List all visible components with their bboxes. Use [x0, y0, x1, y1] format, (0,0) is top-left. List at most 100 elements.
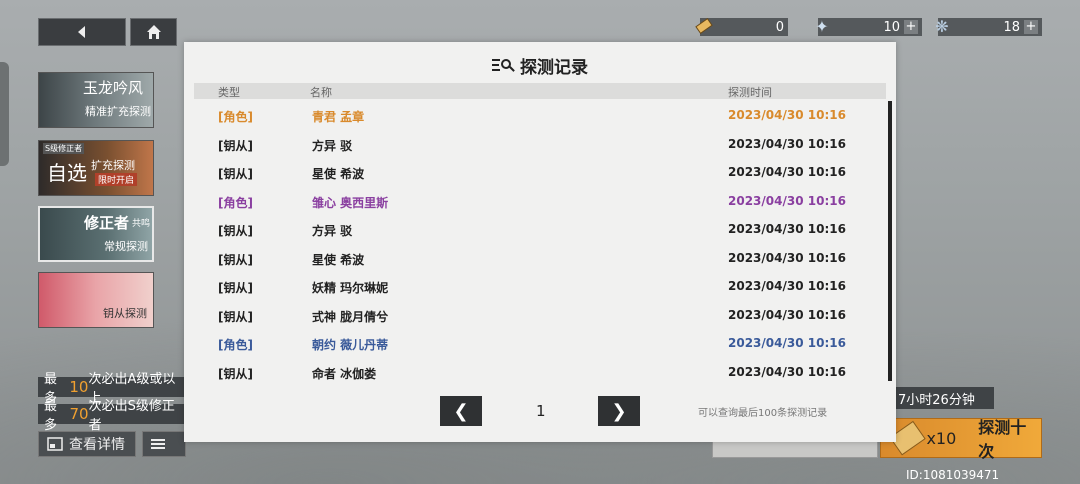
currency-ticket-value: 0	[775, 19, 784, 35]
home-icon	[146, 25, 161, 39]
row-time: 2023/04/30 10:16	[728, 108, 846, 122]
scrollbar-thumb[interactable]	[888, 101, 892, 381]
dialog-title: 探测记录	[520, 57, 588, 78]
row-name: 星使 希波	[312, 167, 365, 181]
table-header: 类型 名称 探测时间	[194, 83, 886, 99]
page-number: 1	[536, 402, 546, 420]
banner-subtitle: 精准扩充探测	[85, 105, 151, 118]
row-time: 2023/04/30 10:16	[728, 165, 846, 179]
banner-subtitle: 常规探测	[104, 240, 148, 253]
row-type: [角色]	[218, 110, 253, 124]
row-time: 2023/04/30 10:16	[728, 222, 846, 236]
row-name: 星使 希波	[312, 252, 365, 267]
back-button[interactable]	[38, 18, 126, 46]
home-button[interactable]	[130, 18, 177, 46]
banner-yulong-yinfeng[interactable]: 玉龙吟风 精准扩充探测	[38, 72, 154, 128]
timer-text: 7小时26分钟	[898, 392, 975, 408]
row-type: [钥从]	[218, 281, 253, 295]
table-row: [钥从] 星使 希波 2023/04/30 10:16	[194, 244, 886, 273]
banner-subtitle: 钥从探测	[103, 307, 147, 320]
view-details-button[interactable]: 查看详情	[38, 431, 136, 457]
banner-resonance[interactable]: 修正者 共鸣 常规探测	[38, 206, 154, 262]
currency-star-crystal-value: 10	[883, 19, 900, 35]
row-name: 方异 驳	[312, 138, 353, 153]
row-name: 朝约 薇儿丹蒂	[312, 338, 389, 352]
row-type: [钥从]	[218, 309, 253, 324]
row-type: [钥从]	[218, 366, 253, 381]
table-row: [钥从] 方异 驳 2023/04/30 10:16	[194, 215, 886, 244]
banner-title-suffix: 共鸣	[132, 219, 151, 229]
list-icon	[151, 439, 165, 449]
guarantee-info-a: 最多 10 次必出A级或以上	[38, 372, 186, 406]
currency-ice-crystal-value: 18	[1003, 19, 1020, 35]
row-type: [钥从]	[218, 224, 253, 238]
info-number: 10	[69, 378, 89, 396]
header-name: 名称	[310, 86, 332, 99]
row-name: 方异 驳	[312, 224, 353, 238]
banner-title: 修正者	[84, 214, 130, 232]
row-time: 2023/04/30 10:16	[728, 136, 846, 151]
side-drawer-handle[interactable]	[0, 62, 9, 166]
chevron-left-icon: ❮	[453, 400, 469, 422]
table-row: [钥从] 星使 希波 2023/04/30 10:16	[194, 158, 886, 187]
row-name: 式神 胧月倩兮	[312, 309, 389, 324]
row-type: [角色]	[218, 195, 253, 210]
banner-badge: 限时开启	[95, 173, 138, 186]
banner-key-probe[interactable]: 钥从探测	[38, 272, 154, 328]
table-row: [钥从] 方异 驳 2023/04/30 10:16	[194, 130, 886, 159]
banner-title: 玉龙吟风	[83, 79, 144, 97]
table-row: [钥从] 命者 冰伽娄 2023/04/30 10:16	[194, 358, 886, 387]
add-ice-crystal-button[interactable]: +	[1024, 20, 1038, 34]
probe-record-dialog: 探测记录 类型 名称 探测时间 [角色] 青君 孟章 2023/04/30 10…	[184, 42, 896, 442]
currency-ice-crystal: ❋ 18 +	[935, 17, 1042, 36]
info-number: 70	[69, 405, 89, 423]
add-star-crystal-button[interactable]: +	[904, 20, 918, 34]
banner-selective[interactable]: S级修正者 自选 扩充探测 限时开启	[38, 140, 154, 196]
table-row: [角色] 青君 孟章 2023/04/30 10:16	[194, 101, 886, 130]
row-name: 青君 孟章	[312, 110, 365, 124]
dialog-header: 探测记录	[184, 52, 896, 78]
record-list: [角色] 青君 孟章 2023/04/30 10:16 [钥从] 方异 驳 20…	[194, 101, 886, 386]
table-row: [角色] 朝约 薇儿丹蒂 2023/04/30 10:16	[194, 329, 886, 358]
view-details-label: 查看详情	[69, 437, 125, 453]
guarantee-info-s: 最多 70 次必出S级修正者	[38, 399, 186, 433]
ice-crystal-icon: ❋	[935, 16, 949, 36]
info-text: 最多	[44, 399, 58, 433]
ticket-icon	[692, 14, 716, 38]
draw-ten-count: x10	[926, 428, 957, 448]
chevron-left-icon	[78, 26, 85, 38]
probe-record-button[interactable]	[142, 431, 186, 457]
row-time: 2023/04/30 10:16	[728, 193, 846, 208]
table-row: [钥从] 式神 胧月倩兮 2023/04/30 10:16	[194, 301, 886, 330]
row-type: [钥从]	[218, 138, 253, 153]
row-type: [角色]	[218, 338, 253, 352]
row-name: 雏心 奥西里斯	[312, 195, 389, 210]
chevron-right-icon: ❯	[611, 400, 627, 422]
draw-ten-label: 探测十次	[978, 418, 1027, 461]
next-page-button[interactable]: ❯	[598, 396, 640, 426]
row-time: 2023/04/30 10:16	[728, 307, 846, 322]
currency-star-crystal: ✦ 10 +	[815, 17, 922, 36]
banner-tag: S级修正者	[43, 143, 85, 154]
banner-subtitle: 扩充探测	[91, 159, 135, 172]
draw-ten-button[interactable]: x10 探测十次	[880, 418, 1042, 461]
row-time: 2023/04/30 10:16	[728, 364, 846, 379]
table-row: [钥从] 妖精 玛尔琳妮 2023/04/30 10:16	[194, 272, 886, 301]
row-name: 命者 冰伽娄	[312, 366, 377, 381]
user-id: ID:1081039471	[906, 468, 1000, 482]
table-row: [角色] 雏心 奥西里斯 2023/04/30 10:16	[194, 187, 886, 216]
row-name: 妖精 玛尔琳妮	[312, 281, 389, 295]
header-type: 类型	[218, 86, 240, 99]
prev-page-button[interactable]: ❮	[440, 396, 482, 426]
details-icon	[47, 437, 63, 451]
row-type: [钥从]	[218, 252, 253, 267]
star-crystal-icon: ✦	[815, 16, 829, 36]
info-text: 次必出S级修正者	[88, 399, 175, 433]
header-time: 探测时间	[728, 86, 772, 99]
row-time: 2023/04/30 10:16	[728, 336, 846, 350]
banner-title: 自选	[47, 161, 87, 185]
row-type: [钥从]	[218, 167, 253, 181]
currency-ticket: 0	[695, 18, 788, 36]
record-search-icon	[492, 56, 515, 74]
row-time: 2023/04/30 10:16	[728, 279, 846, 293]
